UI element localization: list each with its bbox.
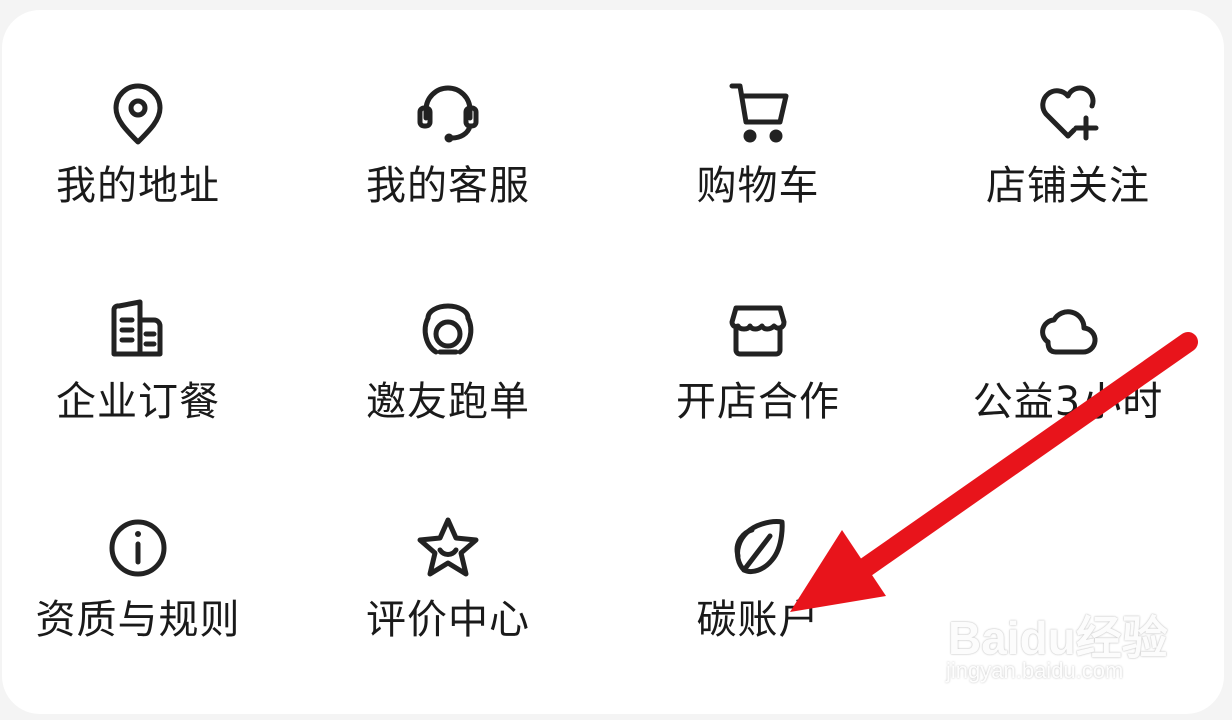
menu-item-label: 资质与规则 [35, 597, 241, 643]
menu-item-carbon-account[interactable]: 碳账户 [608, 512, 908, 692]
menu-item-label: 我的客服 [366, 163, 530, 209]
menu-item-charity-3-hours[interactable]: 公益3小时 [918, 294, 1218, 474]
menu-item-corporate-ordering[interactable]: 企业订餐 [0, 294, 288, 474]
menu-item-qualifications-rules[interactable]: 资质与规则 [0, 512, 288, 692]
menu-item-label: 公益3小时 [972, 379, 1164, 425]
info-circle-icon [102, 512, 174, 584]
menu-item-invite-delivery[interactable]: 邀友跑单 [298, 294, 598, 474]
menu-item-shopping-cart[interactable]: 购物车 [608, 78, 908, 258]
menu-item-label: 开店合作 [676, 379, 840, 425]
menu-item-label: 购物车 [696, 163, 820, 209]
heart-plus-icon [1032, 78, 1104, 150]
menu-item-open-store-cooperation[interactable]: 开店合作 [608, 294, 908, 474]
menu-item-label: 碳账户 [696, 597, 820, 643]
scooter-icon [412, 294, 484, 366]
menu-item-my-customer-service[interactable]: 我的客服 [298, 78, 598, 258]
menu-item-my-address[interactable]: 我的地址 [0, 78, 288, 258]
menu-item-label: 我的地址 [56, 163, 220, 209]
storefront-icon [722, 294, 794, 366]
location-pin-icon [102, 78, 174, 150]
star-smile-icon [412, 512, 484, 584]
leaf-icon [722, 512, 794, 584]
menu-item-label: 店铺关注 [986, 163, 1150, 209]
shopping-cart-icon [722, 78, 794, 150]
menu-item-label: 企业订餐 [56, 379, 220, 425]
building-icon [102, 294, 174, 366]
menu-item-label: 评价中心 [366, 597, 530, 643]
cloud-icon [1032, 294, 1104, 366]
headset-icon [412, 78, 484, 150]
menu-item-review-center[interactable]: 评价中心 [298, 512, 598, 692]
menu-item-label: 邀友跑单 [366, 379, 530, 425]
menu-item-store-follow[interactable]: 店铺关注 [918, 78, 1218, 258]
